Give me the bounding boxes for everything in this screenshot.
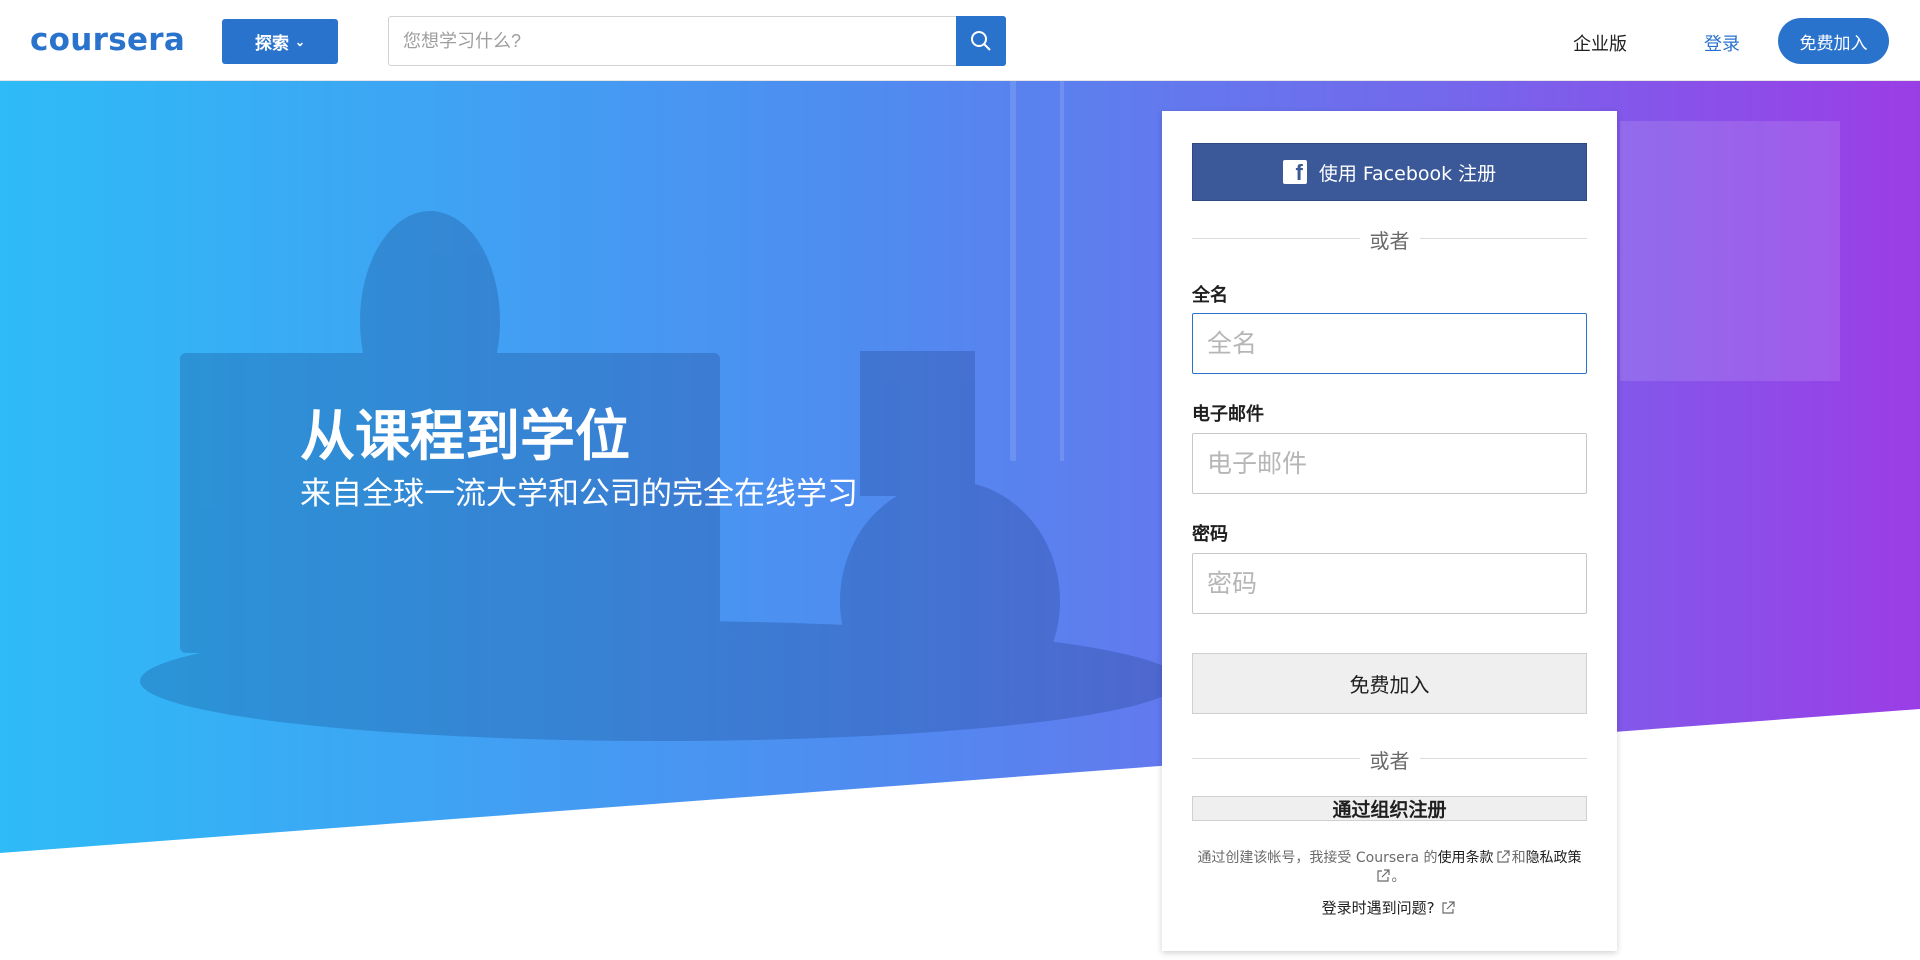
coursera-logo[interactable]: coursera <box>30 22 185 58</box>
explore-button[interactable]: 探索 ⌄ <box>222 19 338 64</box>
terms-suffix: 。 <box>1391 869 1406 885</box>
login-help-label: 登录时遇到问题? <box>1321 899 1435 917</box>
login-help-link[interactable]: 登录时遇到问题? <box>1192 897 1587 918</box>
facebook-signup-label: 使用 Facebook 注册 <box>1318 162 1497 185</box>
hero-title: 从课程到学位 <box>300 404 631 468</box>
organization-signup-button[interactable]: 通过组织注册 <box>1192 796 1587 821</box>
hero-background <box>0 81 1920 853</box>
login-link[interactable]: 登录 <box>1704 30 1740 56</box>
search-icon <box>971 31 991 51</box>
terms-prefix: 通过创建该帐号，我接受 Coursera 的 <box>1197 850 1438 866</box>
explore-label: 探索 <box>254 34 289 53</box>
facebook-icon: f <box>1282 160 1307 184</box>
facebook-signup-button[interactable]: f 使用 Facebook 注册 <box>1192 143 1587 201</box>
or-divider-2: 或者 <box>1192 745 1587 774</box>
external-link-icon <box>1442 901 1455 914</box>
signup-card: f 使用 Facebook 注册 或者 全名 电子邮件 密码 免费加入 或者 通… <box>1162 111 1617 951</box>
privacy-policy-link[interactable]: 隐私政策 <box>1526 850 1582 866</box>
terms-notice: 通过创建该帐号，我接受 Coursera 的使用条款 和隐私政策。 <box>1192 849 1587 887</box>
external-link-icon <box>1376 869 1390 882</box>
chevron-down-icon: ⌄ <box>294 34 306 49</box>
or-divider: 或者 <box>1192 225 1587 254</box>
email-label: 电子邮件 <box>1192 404 1264 425</box>
search-bar <box>388 16 1006 66</box>
search-input[interactable] <box>389 17 956 65</box>
or-label: 或者 <box>1359 225 1420 254</box>
or-label-2: 或者 <box>1359 745 1420 774</box>
password-input[interactable] <box>1192 553 1587 614</box>
hero-subtitle: 来自全球一流大学和公司的完全在线学习 <box>300 476 858 512</box>
fullname-input[interactable] <box>1192 313 1587 374</box>
join-free-button[interactable]: 免费加入 <box>1778 18 1889 64</box>
email-input[interactable] <box>1192 433 1587 494</box>
external-link-icon <box>1496 850 1510 863</box>
search-button[interactable] <box>956 16 1006 66</box>
fullname-label: 全名 <box>1192 285 1228 306</box>
terms-of-use-link[interactable]: 使用条款 <box>1438 850 1494 866</box>
hero-banner: 从课程到学位 来自全球一流大学和公司的完全在线学习 <box>0 81 1920 881</box>
terms-and: 和 <box>1511 850 1526 866</box>
enterprise-link[interactable]: 企业版 <box>1573 30 1627 56</box>
top-navigation-bar: coursera 探索 ⌄ 企业版 登录 免费加入 <box>0 0 1920 81</box>
password-label: 密码 <box>1192 524 1228 545</box>
join-free-submit-button[interactable]: 免费加入 <box>1192 653 1587 714</box>
